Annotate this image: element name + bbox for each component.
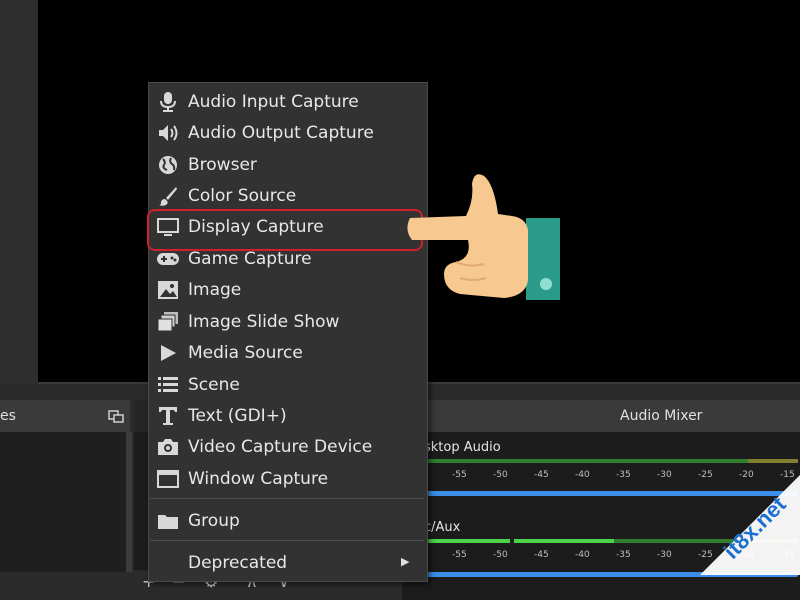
paintbrush-icon xyxy=(154,186,182,206)
menu-item-video-capture-device[interactable]: Video Capture Device xyxy=(150,432,424,462)
meter-scale-label: -30 xyxy=(657,550,672,560)
display-capture-highlight xyxy=(147,209,423,251)
menu-item-label: Media Source xyxy=(188,343,303,363)
gamepad-icon xyxy=(154,250,182,268)
globe-icon xyxy=(154,155,182,175)
scenes-dock-title: es xyxy=(0,408,16,424)
menu-item-label: Browser xyxy=(188,155,257,175)
scenes-list[interactable] xyxy=(0,432,128,572)
submenu-arrow-icon: ▶ xyxy=(401,555,410,568)
text-icon xyxy=(154,405,182,427)
meter-scale-label: -35 xyxy=(616,550,631,560)
list-icon xyxy=(154,375,182,395)
mixer-dock-title: Audio Mixer xyxy=(620,408,703,424)
menu-item-label: Color Source xyxy=(188,186,297,206)
menu-item-label: Group xyxy=(188,511,240,531)
track-name: c/Aux xyxy=(424,520,461,535)
menu-item-label: Audio Input Capture xyxy=(188,92,359,112)
undock-icon[interactable] xyxy=(108,408,124,424)
menu-item-label: Image xyxy=(188,280,242,300)
watermark: it8x.net xyxy=(700,455,800,575)
menu-item-audio-output-capture[interactable]: Audio Output Capture xyxy=(150,118,424,148)
meter-scale-label: -30 xyxy=(657,470,672,480)
menu-item-deprecated[interactable]: Deprecated xyxy=(150,548,424,578)
meter-scale-label: -50 xyxy=(493,550,508,560)
menu-item-label: Scene xyxy=(188,375,240,395)
menu-item-label: Image Slide Show xyxy=(188,312,340,332)
window-icon xyxy=(154,469,182,489)
meter-scale-label: -55 xyxy=(452,550,467,560)
meter-scale-label: -50 xyxy=(493,470,508,480)
menu-item-browser[interactable]: Browser xyxy=(150,150,424,180)
meter-scale-label: -45 xyxy=(534,550,549,560)
meter-scale-label: -35 xyxy=(616,470,631,480)
image-icon xyxy=(154,280,182,300)
meter-scale-label: -45 xyxy=(534,470,549,480)
camera-icon xyxy=(154,437,182,457)
menu-item-label: Text (GDI+) xyxy=(188,406,287,426)
mixer-dock-header xyxy=(402,400,800,432)
menu-item-image[interactable]: Image xyxy=(150,275,424,305)
slideshow-icon xyxy=(154,311,182,333)
volume-meter-level xyxy=(514,539,614,543)
microphone-icon xyxy=(154,91,182,113)
meter-scale-label: -40 xyxy=(575,550,590,560)
track-name: sktop Audio xyxy=(424,440,501,455)
menu-item-text-gdi[interactable]: Text (GDI+) xyxy=(150,401,424,431)
menu-item-scene[interactable]: Scene xyxy=(150,370,424,400)
scenes-scrollbar[interactable] xyxy=(126,432,132,572)
pointing-hand-illustration xyxy=(400,170,570,310)
menu-item-label: Video Capture Device xyxy=(188,437,373,457)
menu-item-label: Window Capture xyxy=(188,469,329,489)
meter-scale-label: -40 xyxy=(575,470,590,480)
volume-meter-level xyxy=(426,539,510,543)
meter-scale-label: -55 xyxy=(452,470,467,480)
menu-item-label: Deprecated xyxy=(188,553,288,573)
menu-item-color-source[interactable]: Color Source xyxy=(150,181,424,211)
menu-item-group[interactable]: Group xyxy=(150,506,424,536)
menu-item-window-capture[interactable]: Window Capture xyxy=(150,464,424,494)
speaker-icon xyxy=(154,123,182,143)
menu-item-media-source[interactable]: Media Source xyxy=(150,338,424,368)
menu-separator xyxy=(150,498,424,499)
menu-item-image-slide-show[interactable]: Image Slide Show xyxy=(150,307,424,337)
menu-item-label: Audio Output Capture xyxy=(188,123,374,143)
menu-item-label: Game Capture xyxy=(188,249,312,269)
play-icon xyxy=(154,344,182,362)
folder-icon xyxy=(154,511,182,531)
menu-separator xyxy=(150,540,424,541)
left-panel xyxy=(0,0,38,384)
menu-item-audio-input-capture[interactable]: Audio Input Capture xyxy=(150,87,424,117)
